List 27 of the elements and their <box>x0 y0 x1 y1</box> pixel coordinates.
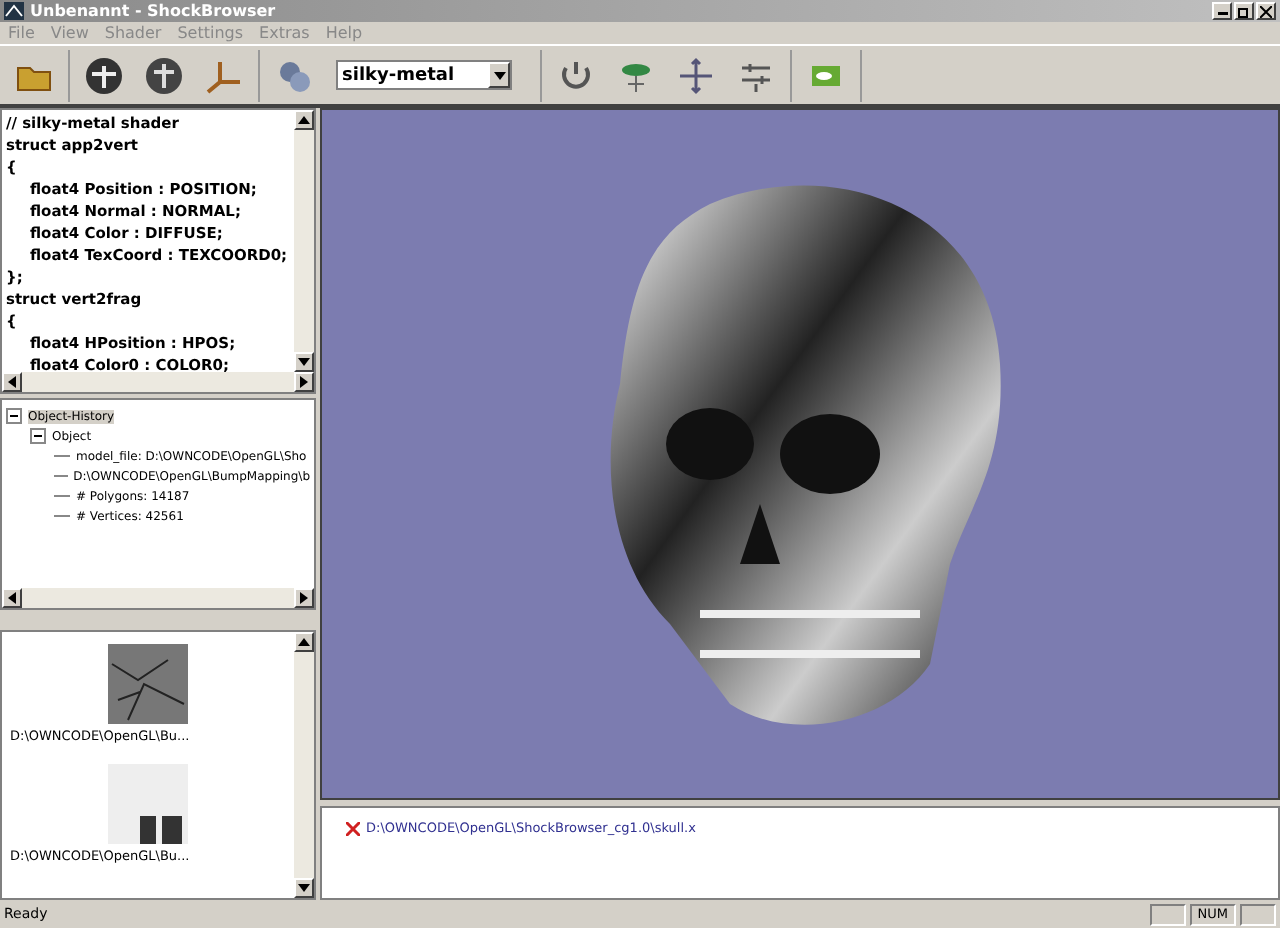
scroll-left-button[interactable] <box>2 588 22 608</box>
minimize-icon <box>1217 6 1227 16</box>
error-cross-icon <box>346 821 360 835</box>
scroll-right-button[interactable] <box>294 588 314 608</box>
app-icon <box>4 2 24 20</box>
close-button[interactable] <box>1256 2 1276 20</box>
minus-toggle-icon[interactable] <box>30 428 46 444</box>
restore-icon <box>1238 5 1250 17</box>
code-editor[interactable] <box>0 108 316 394</box>
3d-viewport[interactable] <box>320 108 1280 800</box>
minus-toggle-icon[interactable] <box>6 408 22 424</box>
status-indicator-panel <box>1240 903 1276 925</box>
status-indicator-panel <box>1149 903 1186 925</box>
close-icon <box>1260 5 1272 17</box>
letters-texture-thumbnail <box>108 764 188 844</box>
caret-icon <box>488 62 510 88</box>
shader-dropdown[interactable]: silky-metal <box>336 60 512 90</box>
scroll-down-button[interactable] <box>294 878 314 898</box>
scroll-down-button[interactable] <box>294 352 314 372</box>
restore-button[interactable] <box>1234 2 1254 20</box>
scroll-up-button[interactable] <box>294 632 314 652</box>
scroll-right-button[interactable] <box>294 372 314 392</box>
rock-texture-thumbnail <box>108 644 188 724</box>
minimize-button[interactable] <box>1212 2 1232 20</box>
window-title: Unbenannt - ShockBrowser <box>30 2 276 20</box>
scroll-left-button[interactable] <box>2 372 22 392</box>
scroll-up-button[interactable] <box>294 110 314 130</box>
